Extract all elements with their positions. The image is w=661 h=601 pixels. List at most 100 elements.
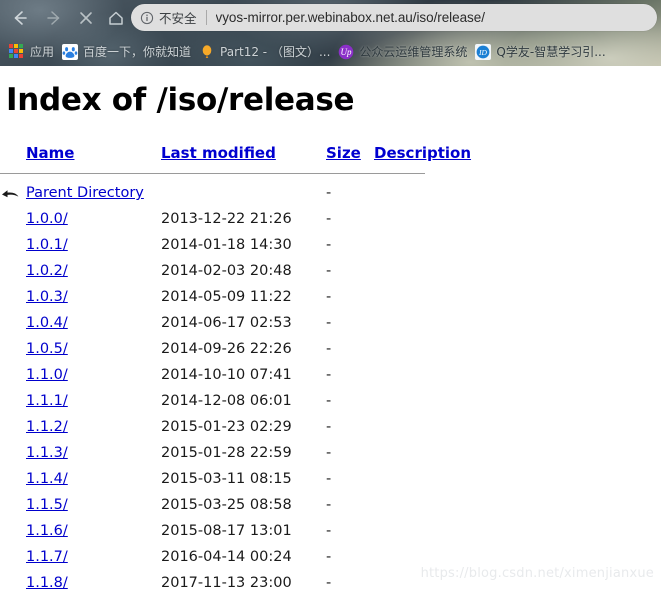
table-header-row: Name Last modified Size Description bbox=[0, 138, 471, 168]
directory-link[interactable]: 1.1.1/ bbox=[26, 393, 68, 409]
directory-link[interactable]: 1.1.0/ bbox=[26, 367, 68, 383]
row-name-cell: 1.0.1/ bbox=[26, 232, 161, 258]
directory-listing: Name Last modified Size Description Pare… bbox=[0, 138, 471, 601]
omnibox-divider bbox=[205, 10, 207, 25]
table-row[interactable]: 1.1.0/2014-10-10 07:41 - bbox=[0, 362, 430, 388]
table-row[interactable]: 1.1.5/2015-03-25 08:58 - bbox=[0, 492, 430, 518]
directory-link[interactable]: 1.1.7/ bbox=[26, 549, 68, 565]
site-security-chip[interactable]: 不安全 bbox=[131, 8, 197, 27]
watermark-text: https://blog.csdn.net/ximenjianxue bbox=[420, 566, 654, 581]
directory-link[interactable]: 1.1.6/ bbox=[26, 523, 68, 539]
home-button[interactable] bbox=[104, 6, 128, 30]
row-name-cell: 1.0.4/ bbox=[26, 310, 161, 336]
row-name-cell: 1.0.3/ bbox=[26, 284, 161, 310]
table-row[interactable]: 1.1.1/2014-12-08 06:01 - bbox=[0, 388, 430, 414]
directory-link[interactable]: 1.0.1/ bbox=[26, 237, 68, 253]
bookmark-part12[interactable]: Part12 - （图文）... bbox=[195, 41, 334, 63]
row-name-cell: 1.1.2/ bbox=[26, 414, 161, 440]
row-description-cell bbox=[374, 492, 430, 518]
table-footer bbox=[0, 596, 430, 601]
row-size-cell: - bbox=[326, 523, 332, 539]
directory-link[interactable]: 1.0.2/ bbox=[26, 263, 68, 279]
row-last-modified-cell: 2014-12-08 06:01 bbox=[161, 393, 292, 409]
table-row-parent-directory[interactable]: Parent Directory - bbox=[0, 180, 430, 206]
parent-directory-link[interactable]: Parent Directory bbox=[26, 185, 144, 201]
row-name-cell: 1.1.8/ bbox=[26, 570, 161, 596]
purple-circle-icon: Up bbox=[338, 44, 354, 60]
table-row[interactable]: 1.1.8/2017-11-13 23:00 - bbox=[0, 570, 430, 596]
directory-link[interactable]: 1.0.3/ bbox=[26, 289, 68, 305]
table-row[interactable]: 1.0.2/2014-02-03 20:48 - bbox=[0, 258, 430, 284]
row-name-cell: 1.1.5/ bbox=[26, 492, 161, 518]
table-row[interactable]: 1.0.0/2013-12-22 21:26 - bbox=[0, 206, 430, 232]
table-header: Name Last modified Size Description bbox=[0, 138, 471, 180]
row-last-modified-cell: 2015-03-25 08:58 bbox=[161, 497, 292, 513]
directory-link[interactable]: 1.1.4/ bbox=[26, 471, 68, 487]
row-last-modified-cell: 2014-06-17 02:53 bbox=[161, 315, 292, 331]
row-last-modified-cell: 2015-03-11 08:15 bbox=[161, 471, 292, 487]
row-name-cell: 1.1.6/ bbox=[26, 518, 161, 544]
sort-by-name-link[interactable]: Name bbox=[26, 144, 74, 162]
table-row[interactable]: 1.0.1/2014-01-18 14:30 - bbox=[0, 232, 430, 258]
row-description-cell bbox=[374, 414, 430, 440]
sort-by-size-link[interactable]: Size bbox=[326, 144, 361, 162]
row-description-cell bbox=[374, 518, 430, 544]
row-description-cell bbox=[374, 284, 430, 310]
table-row[interactable]: 1.1.6/2015-08-17 13:01 - bbox=[0, 518, 430, 544]
row-last-modified-cell: 2014-05-09 11:22 bbox=[161, 289, 292, 305]
row-last-modified-cell: 2017-11-13 23:00 bbox=[161, 575, 292, 591]
bookmark-label: Part12 - （图文）... bbox=[220, 45, 331, 59]
table-row[interactable]: 1.1.4/2015-03-11 08:15 - bbox=[0, 466, 430, 492]
row-last-modified-cell: 2013-12-22 21:26 bbox=[161, 211, 292, 227]
row-name-cell: 1.1.1/ bbox=[26, 388, 161, 414]
bookmark-qxueyou[interactable]: ID Q学友-智慧学习引... bbox=[471, 41, 609, 63]
row-description-cell bbox=[374, 258, 430, 284]
sort-by-description-link[interactable]: Description bbox=[374, 144, 471, 162]
row-icon-cell bbox=[0, 232, 26, 258]
row-name-cell: 1.1.3/ bbox=[26, 440, 161, 466]
table-row[interactable]: 1.0.4/2014-06-17 02:53 - bbox=[0, 310, 430, 336]
address-bar[interactable]: 不安全 vyos-mirror.per.webinabox.net.au/iso… bbox=[131, 4, 657, 31]
table-row[interactable]: 1.0.3/2014-05-09 11:22 - bbox=[0, 284, 430, 310]
directory-link[interactable]: 1.1.3/ bbox=[26, 445, 68, 461]
stop-loading-button[interactable] bbox=[74, 6, 98, 30]
row-size-cell: - bbox=[326, 341, 332, 357]
back-button[interactable] bbox=[8, 6, 32, 30]
row-icon-cell bbox=[0, 284, 26, 310]
table-row[interactable]: 1.1.3/2015-01-28 22:59 - bbox=[0, 440, 430, 466]
row-icon-cell bbox=[0, 518, 26, 544]
bookmark-apps[interactable]: 应用 bbox=[5, 41, 58, 63]
sort-by-last-modified-link[interactable]: Last modified bbox=[161, 144, 276, 162]
header-last-modified: Last modified bbox=[161, 138, 326, 168]
row-description-cell bbox=[374, 232, 430, 258]
directory-link[interactable]: 1.0.0/ bbox=[26, 211, 68, 227]
row-last-modified-cell: 2014-09-26 22:26 bbox=[161, 341, 292, 357]
directory-link[interactable]: 1.1.2/ bbox=[26, 419, 68, 435]
bookmark-baidu[interactable]: 百度一下，你就知道 bbox=[58, 41, 195, 63]
row-size-cell: - bbox=[326, 419, 332, 435]
table-row[interactable]: 1.0.5/2014-09-26 22:26 - bbox=[0, 336, 430, 362]
security-status-label: 不安全 bbox=[159, 11, 197, 26]
url-text[interactable]: vyos-mirror.per.webinabox.net.au/iso/rel… bbox=[216, 10, 657, 25]
row-icon-cell bbox=[0, 388, 26, 414]
row-description-cell bbox=[374, 388, 430, 414]
header-rule-cell bbox=[0, 168, 430, 180]
directory-link[interactable]: 1.1.5/ bbox=[26, 497, 68, 513]
row-name-cell: 1.0.5/ bbox=[26, 336, 161, 362]
row-size-cell: - bbox=[326, 315, 332, 331]
directory-link[interactable]: 1.1.8/ bbox=[26, 575, 68, 591]
row-size-cell: - bbox=[326, 211, 332, 227]
directory-link[interactable]: 1.0.5/ bbox=[26, 341, 68, 357]
row-size-cell: - bbox=[326, 575, 332, 591]
table-row[interactable]: 1.1.7/2016-04-14 00:24 - bbox=[0, 544, 430, 570]
row-size-cell: - bbox=[326, 237, 332, 253]
bookmark-cloud-ops[interactable]: Up 公众云运维管理系统 bbox=[334, 41, 471, 63]
row-size-cell: - bbox=[326, 185, 332, 201]
browser-toolbar: 不安全 vyos-mirror.per.webinabox.net.au/iso… bbox=[0, 0, 661, 36]
row-icon-cell bbox=[0, 492, 26, 518]
table-row[interactable]: 1.1.2/2015-01-23 02:29 - bbox=[0, 414, 430, 440]
row-description-cell bbox=[374, 362, 430, 388]
directory-table-body: Parent Directory - 1.0.0/2013-12-22 21:2… bbox=[0, 180, 430, 596]
forward-button[interactable] bbox=[42, 6, 66, 30]
directory-link[interactable]: 1.0.4/ bbox=[26, 315, 68, 331]
